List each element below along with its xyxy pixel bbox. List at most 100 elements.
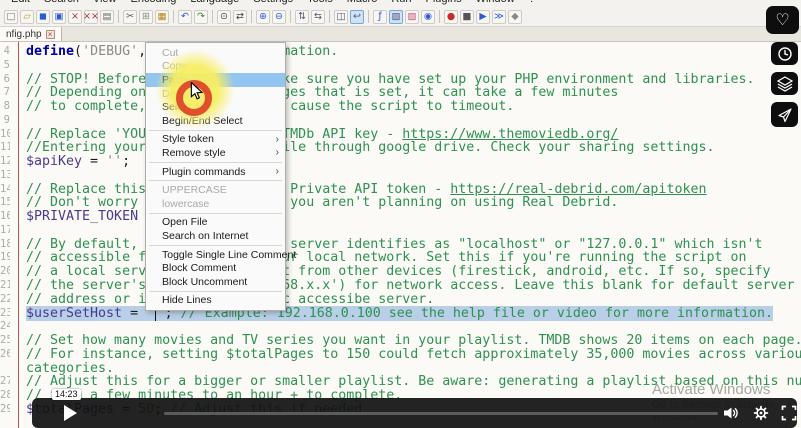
document-map-icon[interactable]: ▧ (389, 10, 403, 24)
line-number (0, 362, 10, 376)
code-line[interactable]: categories. (0, 362, 801, 376)
paste-icon[interactable]: ▦ (155, 10, 169, 24)
code-segment: //Entering your key to get the file thro… (26, 140, 714, 155)
code-text (19, 114, 26, 128)
code-line[interactable]: 22// address or if you use a public acce… (0, 293, 801, 307)
menu-item-style-token[interactable]: Style token› (146, 133, 285, 147)
code-line[interactable]: 9 (0, 114, 801, 128)
code-line[interactable]: 19// accessible from devices on your loc… (0, 251, 801, 265)
macro-run-multiple-icon[interactable]: ≫ (492, 10, 506, 24)
copy-icon[interactable]: ⊞ (139, 10, 153, 24)
code-line[interactable]: 7// Depending on the number of pages tha… (0, 86, 801, 100)
macro-record-icon[interactable]: ● (444, 10, 458, 24)
code-line[interactable]: 17 (0, 224, 801, 238)
monitoring-icon[interactable]: ◉ (421, 10, 435, 24)
macro-save-icon[interactable]: ◆ (508, 10, 522, 24)
code-line[interactable]: 8// to complete, or it could even cause … (0, 100, 801, 114)
line-number: 6 (0, 73, 10, 87)
menu-language[interactable]: Language (183, 0, 246, 7)
play-button[interactable] (64, 405, 77, 421)
menu-item-plugin-commands[interactable]: Plugin commands› (146, 165, 285, 179)
fullscreen-button[interactable] (780, 405, 798, 421)
like-button[interactable]: ♡ (766, 6, 799, 34)
code-line[interactable]: 23$userSetHost = ''; // Example: 192.168… (0, 307, 801, 321)
code-line[interactable]: 4define('DEBUG', false); // information. (0, 45, 801, 59)
menu-macro[interactable]: Macro (340, 0, 385, 7)
settings-button[interactable] (752, 405, 770, 421)
watch-later-button[interactable] (771, 42, 798, 65)
menu-item-block-comment[interactable]: Block Comment (146, 261, 285, 275)
code-line[interactable]: 5 (0, 59, 801, 73)
tab-close-icon[interactable]: × (46, 30, 55, 39)
menu-item-remove-style[interactable]: Remove style› (146, 146, 285, 160)
menu-item-label: Remove style (162, 147, 276, 159)
code-segment: // accessible from devices on your local… (26, 250, 747, 265)
tab-config-php[interactable]: nfig.php × (0, 27, 62, 41)
replace-icon[interactable]: ⇄ (233, 10, 247, 24)
menu-plugins[interactable]: Plugins (419, 0, 469, 7)
code-text (19, 169, 26, 183)
word-wrap-icon[interactable]: ↩ (350, 10, 364, 24)
open-file-icon[interactable]: ▱ (20, 10, 34, 24)
menu-window[interactable]: Window (469, 0, 522, 7)
document-switcher-icon[interactable]: ◫ (334, 10, 348, 24)
menu-item-open-file[interactable]: Open File (146, 216, 285, 230)
collections-button[interactable] (771, 72, 798, 95)
code-line[interactable]: 18// By default, currently the web serve… (0, 238, 801, 252)
menu-encoding[interactable]: Encoding (123, 0, 183, 7)
code-editor[interactable]: 4define('DEBUG', false); // information.… (0, 42, 801, 428)
cut-icon[interactable]: ✂ (123, 10, 137, 24)
zoom-out-icon[interactable]: ⊖ (272, 10, 286, 24)
function-list-icon[interactable]: ƒ (373, 10, 387, 24)
tab-label: nfig.php (6, 29, 42, 40)
menu-item-label: Block Uncomment (162, 276, 279, 288)
redo-icon[interactable]: ↷ (194, 10, 208, 24)
code-line[interactable]: 26// For instance, setting $totalPages t… (0, 348, 801, 362)
code-line[interactable]: 13 (0, 169, 801, 183)
close-icon[interactable]: × (68, 10, 82, 24)
code-line[interactable]: 14// Replace this with your Debrid Priva… (0, 183, 801, 197)
code-text: $userSetHost = ''; // Example: 192.168.0… (19, 307, 773, 321)
line-number: 24 (0, 320, 10, 334)
menu-search[interactable]: Search (37, 0, 86, 7)
find-icon[interactable]: ⊙ (217, 10, 231, 24)
code-line[interactable]: 6// STOP! Before you run this, make sure… (0, 73, 801, 87)
zoom-in-icon[interactable]: ⊕ (256, 10, 270, 24)
code-line[interactable]: 10// Replace 'YOUR KEY' with your TMDb A… (0, 128, 801, 142)
progress-bar[interactable] (164, 412, 718, 415)
menu-tools[interactable]: Tools (300, 0, 340, 7)
code-line[interactable]: 20// a local server and you want it from… (0, 265, 801, 279)
activate-windows-watermark: Activate Windows (652, 381, 770, 398)
menu-view[interactable]: View (86, 0, 124, 7)
code-line[interactable]: 12$apiKey = ''; (0, 155, 801, 169)
save-all-icon[interactable]: ▣ (52, 10, 66, 24)
undo-icon[interactable]: ↶ (178, 10, 192, 24)
close-all-icon[interactable]: ×× (84, 10, 98, 24)
code-line[interactable]: 16$PRIVATE_TOKEN = ''; (0, 210, 801, 224)
new-file-icon[interactable]: □ (4, 10, 18, 24)
code-line[interactable]: 11//Entering your key to get the file th… (0, 141, 801, 155)
folder-as-workspace-icon[interactable]: ▨ (405, 10, 419, 24)
code-line[interactable]: 15// Don't worry about this one if you a… (0, 196, 801, 210)
sync-horizontal-scroll-icon[interactable]: ⇆ (311, 10, 325, 24)
menu-run[interactable]: Run (384, 0, 418, 7)
code-line[interactable]: 21// the server's IP (e.g., '192.168.x.x… (0, 279, 801, 293)
share-button[interactable] (771, 102, 798, 127)
macro-play-icon[interactable]: ▶ (476, 10, 490, 24)
menu-edit[interactable]: Edit (4, 0, 37, 7)
volume-button[interactable] (722, 405, 740, 421)
save-icon[interactable]: ◼ (36, 10, 50, 24)
macro-stop-icon[interactable]: ■ (460, 10, 474, 24)
menu-item-search-on-internet[interactable]: Search on Internet (146, 229, 285, 243)
sync-vertical-scroll-icon[interactable]: ⇅ (295, 10, 309, 24)
code-line[interactable]: 25// Set how many movies and TV series y… (0, 334, 801, 348)
code-line[interactable]: 24 (0, 320, 801, 334)
menu-item-hide-lines[interactable]: Hide Lines (146, 294, 285, 308)
line-number: 20 (0, 265, 10, 279)
menu-settings[interactable]: Settings (246, 0, 300, 7)
menu-item-block-uncomment[interactable]: Block Uncomment (146, 275, 285, 289)
print-icon[interactable]: ▤ (100, 10, 114, 24)
code-segment: define (26, 44, 74, 59)
menu-help[interactable]: ? (522, 0, 542, 7)
menu-item-toggle-single-line-comment[interactable]: Toggle Single Line Comment (146, 248, 285, 262)
